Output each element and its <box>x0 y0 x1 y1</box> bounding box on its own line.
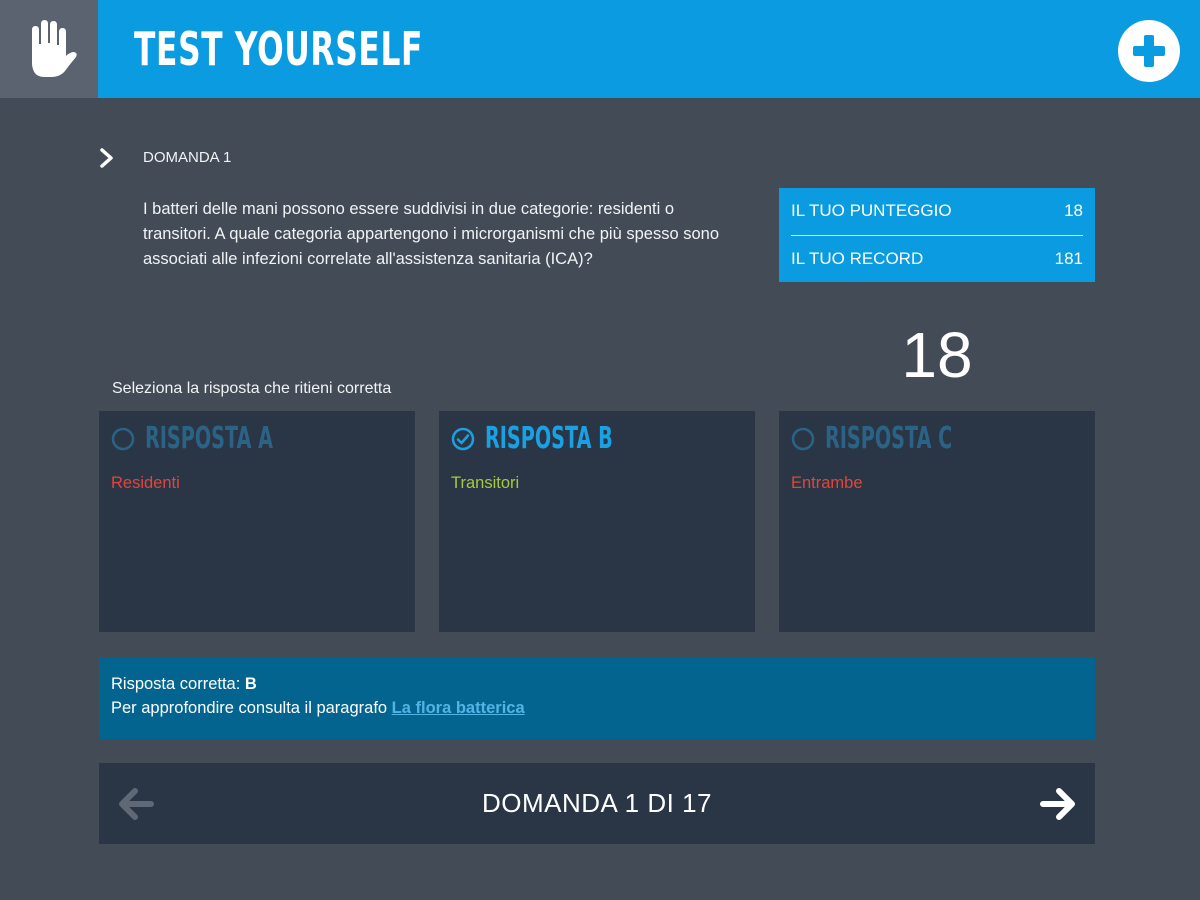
current-score-display: 18 <box>901 319 973 391</box>
radio-checked-icon <box>451 427 475 450</box>
score-label: IL TUO PUNTEGGIO <box>791 201 952 220</box>
answer-card-header: RISPOSTA A <box>111 421 345 456</box>
answer-text: Entrambe <box>791 474 863 492</box>
feedback-panel: Risposta corretta: B Per approfondire co… <box>99 657 1095 739</box>
answer-text: Transitori <box>451 474 520 492</box>
arrow-right-icon[interactable] <box>1037 783 1079 825</box>
app-title: TEST YOURSELF <box>134 22 424 76</box>
record-value: 181 <box>1054 249 1083 268</box>
reference-label: Per approfondire consulta il paragrafo <box>111 699 392 717</box>
score-panel: IL TUO PUNTEGGIO 18 IL TUO RECORD 181 <box>779 188 1095 282</box>
answer-title: RISPOSTA A <box>145 421 273 456</box>
answer-title: RISPOSTA C <box>825 421 953 456</box>
radio-empty-icon <box>791 427 815 450</box>
top-bar: TEST YOURSELF <box>0 0 1200 98</box>
question-number: DOMANDA 1 <box>143 149 232 166</box>
question-counter: DOMANDA 1 DI 17 <box>481 788 712 818</box>
add-button[interactable] <box>1118 20 1180 82</box>
question-text: I batteri delle mani possono essere sudd… <box>143 200 720 268</box>
question-navigation: DOMANDA 1 DI 17 <box>99 763 1095 844</box>
correct-answer-label: Risposta corretta: <box>111 675 245 693</box>
radio-empty-icon <box>111 427 135 450</box>
answer-card-a[interactable]: RISPOSTA A Residenti <box>99 411 415 632</box>
answer-card-c[interactable]: RISPOSTA C Entrambe <box>779 411 1095 632</box>
reference-line: Per approfondire consulta il paragrafo L… <box>111 699 525 718</box>
answer-card-header: RISPOSTA B <box>451 421 685 456</box>
answer-card-header: RISPOSTA C <box>791 421 1024 456</box>
score-value: 18 <box>1064 201 1083 220</box>
answer-prompt: Seleziona la risposta che ritieni corret… <box>112 380 392 397</box>
reference-link[interactable]: La flora batterica <box>392 699 525 717</box>
answer-card-b[interactable]: RISPOSTA B Transitori <box>439 411 755 632</box>
answer-text: Residenti <box>111 474 180 492</box>
correct-answer-line: Risposta corretta: B <box>111 675 257 694</box>
answer-title: RISPOSTA B <box>485 421 613 456</box>
record-row: IL TUO RECORD 181 <box>791 236 1083 282</box>
logo-box[interactable] <box>0 0 98 98</box>
score-row: IL TUO PUNTEGGIO 18 <box>791 188 1083 234</box>
record-label: IL TUO RECORD <box>791 249 924 268</box>
chevron-right-icon <box>100 148 113 168</box>
correct-answer-value: B <box>244 675 257 693</box>
plus-circle-icon <box>1133 35 1165 67</box>
hand-icon <box>32 20 77 77</box>
